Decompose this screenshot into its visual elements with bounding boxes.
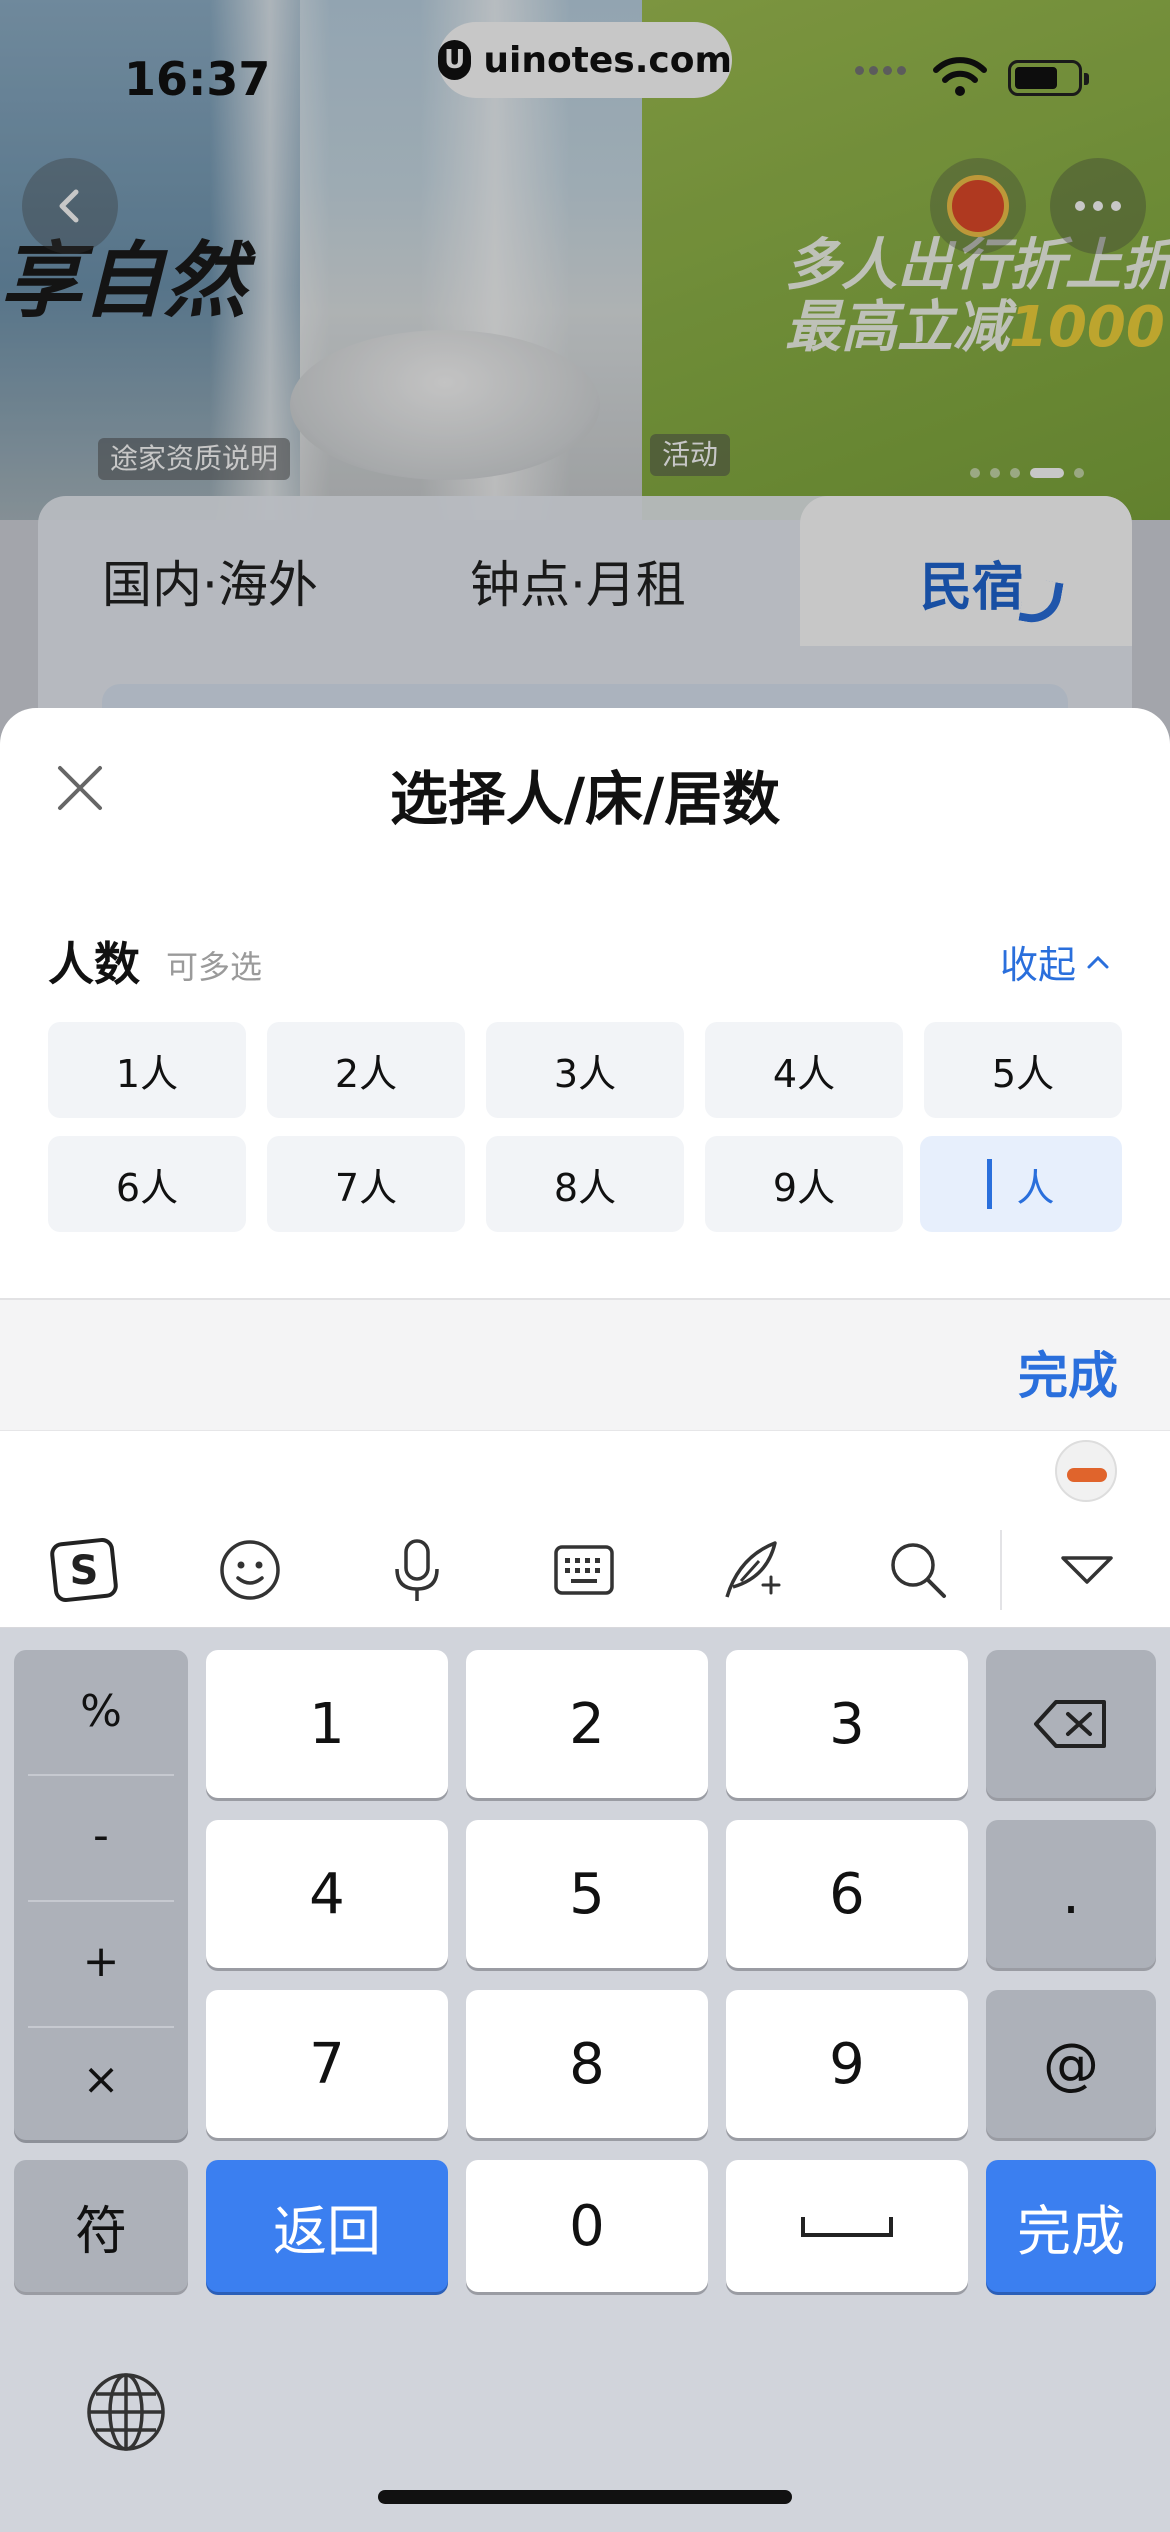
- key-at[interactable]: @: [986, 1990, 1156, 2138]
- key-5[interactable]: 5: [466, 1820, 708, 1968]
- guest-option-8[interactable]: 8人: [486, 1136, 684, 1232]
- key-4[interactable]: 4: [206, 1820, 448, 1968]
- symbol-column: % - + ×: [14, 1650, 188, 2140]
- accessory-done-button[interactable]: 完成: [1018, 1336, 1118, 1408]
- keyboard-icon[interactable]: [542, 1530, 626, 1610]
- collapse-label: 收起: [1000, 943, 1077, 987]
- guest-option-7[interactable]: 7人: [267, 1136, 465, 1232]
- space-icon: [801, 2217, 893, 2237]
- key-6[interactable]: 6: [726, 1820, 968, 1968]
- modal-overlay[interactable]: [0, 0, 1170, 760]
- space-key[interactable]: [726, 2160, 968, 2292]
- guest-option-5[interactable]: 5人: [924, 1022, 1122, 1118]
- key-plus[interactable]: +: [14, 1900, 188, 2022]
- collapse-button[interactable]: 收起: [1000, 934, 1110, 989]
- key-9[interactable]: 9: [726, 1990, 968, 2138]
- text-cursor: [987, 1159, 993, 1209]
- key-3[interactable]: 3: [726, 1650, 968, 1798]
- chevron-down-icon[interactable]: [1045, 1530, 1129, 1610]
- globe-icon[interactable]: [84, 2370, 168, 2454]
- keyboard-accessory-bar: [0, 1298, 1170, 1430]
- toolbar-divider: [1000, 1530, 1002, 1610]
- guest-option-6[interactable]: 6人: [48, 1136, 246, 1232]
- ime-candidate-strip: [0, 1430, 1170, 1510]
- chevron-up-icon: [1087, 955, 1109, 968]
- backspace-icon: [1034, 1700, 1106, 1748]
- ime-mascot-icon[interactable]: [1055, 1440, 1117, 1502]
- guest-option-9[interactable]: 9人: [705, 1136, 903, 1232]
- key-1[interactable]: 1: [206, 1650, 448, 1798]
- key-multiply[interactable]: ×: [14, 2018, 188, 2140]
- custom-guest-input[interactable]: 人: [920, 1136, 1122, 1232]
- key-7[interactable]: 7: [206, 1990, 448, 2138]
- key-8[interactable]: 8: [466, 1990, 708, 2138]
- svg-text:S: S: [70, 1548, 99, 1594]
- key-dot[interactable]: .: [986, 1820, 1156, 1968]
- emoji-icon[interactable]: [208, 1530, 292, 1610]
- key-percent[interactable]: %: [14, 1650, 188, 1772]
- key-minus[interactable]: -: [14, 1774, 188, 1896]
- return-key[interactable]: 返回: [206, 2160, 448, 2292]
- sogou-logo-icon[interactable]: S: [42, 1530, 126, 1610]
- multi-select-hint: 可多选: [166, 948, 263, 986]
- symbols-key[interactable]: 符: [14, 2160, 188, 2292]
- search-icon[interactable]: [876, 1530, 960, 1610]
- guest-option-1[interactable]: 1人: [48, 1022, 246, 1118]
- custom-guest-unit: 人: [1016, 1165, 1055, 1210]
- delete-key[interactable]: [986, 1650, 1156, 1798]
- keyboard-done-key[interactable]: 完成: [986, 2160, 1156, 2292]
- quill-pen-icon[interactable]: [710, 1530, 794, 1610]
- key-0[interactable]: 0: [466, 2160, 708, 2292]
- guest-option-4[interactable]: 4人: [705, 1022, 903, 1118]
- microphone-icon[interactable]: [375, 1530, 459, 1610]
- sheet-title: 选择人/床/居数: [389, 765, 781, 833]
- guest-option-2[interactable]: 2人: [267, 1022, 465, 1118]
- key-2[interactable]: 2: [466, 1650, 708, 1798]
- home-indicator: [378, 2490, 792, 2504]
- guest-option-3[interactable]: 3人: [486, 1022, 684, 1118]
- guests-label: 人数: [48, 937, 140, 991]
